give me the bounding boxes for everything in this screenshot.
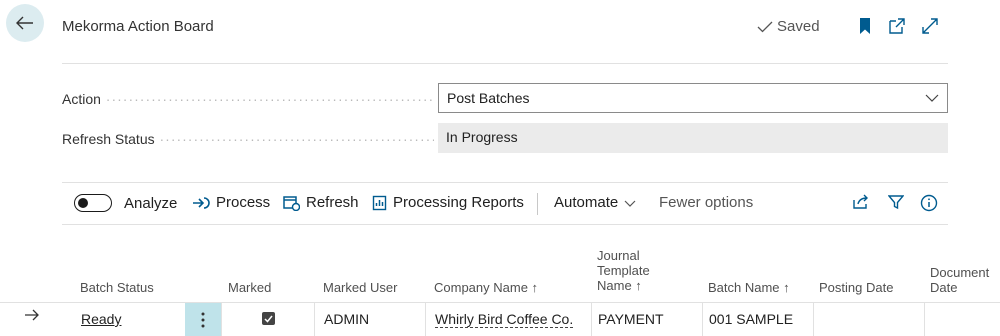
info-button[interactable]: [920, 194, 938, 212]
actionbar-bottom-divider: [62, 224, 948, 225]
refresh-status-field-label: Refresh Status ·························…: [62, 131, 434, 147]
table-header-divider: [0, 302, 1000, 303]
more-options-icon: [201, 312, 205, 327]
action-bar: Analyze Process Refresh Processing Repor…: [62, 183, 948, 223]
saved-label: Saved: [777, 18, 820, 35]
report-icon: [372, 195, 387, 210]
journal-template-line2: Template: [597, 263, 650, 278]
column-header-company-name[interactable]: Company Name ↑: [434, 280, 538, 295]
journal-template-value[interactable]: PAYMENT: [598, 311, 664, 327]
refresh-button[interactable]: Refresh: [283, 194, 359, 211]
fewer-options-label: Fewer options: [659, 194, 754, 211]
analyze-toggle[interactable]: Analyze: [74, 194, 177, 212]
page-title: Mekorma Action Board: [62, 18, 214, 35]
action-select-value: Post Batches: [447, 90, 530, 106]
fewer-options-button[interactable]: Fewer options: [659, 194, 753, 211]
batch-name-value[interactable]: 001 SAMPLE: [709, 311, 793, 327]
process-label: Process: [216, 194, 271, 211]
expand-icon[interactable]: [920, 16, 940, 36]
column-header-document-date[interactable]: Document Date: [930, 265, 989, 295]
processing-reports-button[interactable]: Processing Reports: [372, 194, 524, 211]
share-icon: [853, 194, 868, 209]
current-row-arrow-icon: [24, 308, 40, 326]
analyze-label: Analyze: [124, 194, 178, 212]
checkmark-icon: [757, 21, 773, 32]
actionbar-separator: [537, 193, 538, 215]
checkmark-icon: [264, 315, 273, 323]
processing-reports-label: Processing Reports: [393, 194, 524, 211]
marked-user-value[interactable]: ADMIN: [324, 311, 369, 327]
column-header-marked[interactable]: Marked: [228, 280, 271, 295]
column-header-posting-date[interactable]: Posting Date: [819, 280, 893, 295]
process-button[interactable]: Process: [192, 194, 270, 211]
automate-menu[interactable]: Automate: [554, 194, 636, 211]
document-date-line2: Date: [930, 280, 958, 295]
chevron-down-icon: [624, 200, 636, 207]
column-header-batch-status[interactable]: Batch Status: [80, 280, 154, 295]
company-name-value[interactable]: Whirly Bird Coffee Co.: [435, 311, 574, 328]
filter-icon: [888, 195, 904, 210]
chevron-down-icon: [925, 94, 939, 102]
header-divider: [62, 63, 948, 64]
journal-template-line1: Journal: [597, 248, 640, 263]
column-header-marked-user[interactable]: Marked User: [323, 280, 397, 295]
bookmark-icon[interactable]: [855, 16, 875, 36]
refresh-icon: [283, 195, 300, 211]
automate-label: Automate: [554, 194, 619, 211]
arrow-left-icon: [16, 16, 33, 30]
back-button[interactable]: [6, 4, 44, 42]
filter-button[interactable]: [888, 194, 904, 210]
document-date-line1: Document: [930, 265, 990, 280]
toggle-switch[interactable]: [74, 194, 112, 212]
action-select[interactable]: Post Batches: [438, 83, 948, 113]
action-field-label: Action ·································…: [62, 91, 434, 107]
info-icon: [920, 194, 938, 212]
marked-checkbox[interactable]: [262, 312, 275, 325]
batch-status-link[interactable]: Ready: [81, 311, 121, 327]
saved-status: Saved: [757, 18, 820, 35]
refresh-status-value: In Progress: [438, 123, 948, 153]
column-header-batch-name[interactable]: Batch Name ↑: [708, 280, 790, 295]
process-icon: [193, 196, 210, 209]
refresh-label: Refresh: [306, 194, 359, 211]
journal-template-line3: Name ↑: [597, 278, 642, 293]
share-button[interactable]: [852, 194, 870, 210]
open-new-window-icon[interactable]: [887, 16, 907, 36]
column-header-journal-template-name[interactable]: Journal Template Name ↑: [597, 248, 650, 293]
row-actions-menu[interactable]: [185, 303, 221, 336]
